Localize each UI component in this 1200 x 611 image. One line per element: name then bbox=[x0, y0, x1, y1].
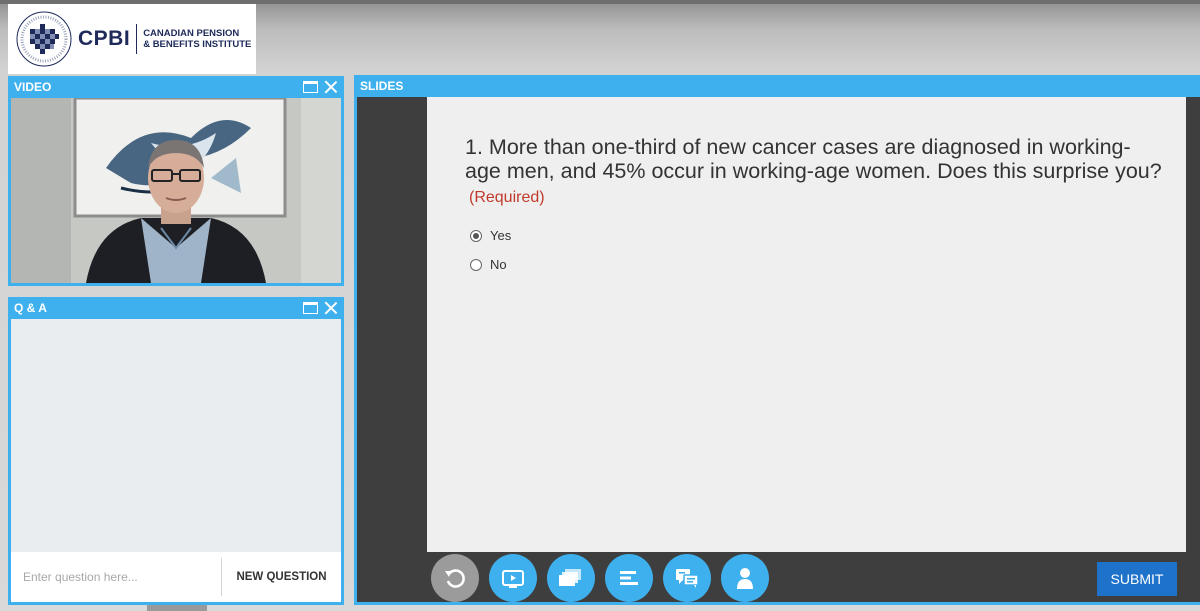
cpbi-seal-icon bbox=[16, 11, 72, 67]
video-feed[interactable] bbox=[11, 98, 341, 283]
survey-question: 1. More than one-third of new cancer cas… bbox=[465, 135, 1165, 210]
close-icon[interactable] bbox=[324, 80, 338, 94]
qa-messages-area bbox=[11, 319, 341, 552]
radio-yes[interactable] bbox=[470, 229, 482, 242]
logo-separator bbox=[136, 24, 138, 54]
new-question-button[interactable]: NEW QUESTION bbox=[222, 557, 341, 597]
option-yes-label: Yes bbox=[490, 228, 512, 243]
video-icon bbox=[502, 570, 524, 588]
required-label: (Required) bbox=[469, 189, 545, 206]
replay-icon bbox=[445, 569, 465, 588]
slides-panel-title: SLIDES bbox=[360, 79, 404, 93]
slides-panel: SLIDES 1. More than one-third of new can… bbox=[354, 75, 1200, 605]
option-yes[interactable]: Yes bbox=[470, 221, 511, 250]
qa-window-controls bbox=[303, 301, 338, 315]
logo: CPBI CANADIAN PENSION & BENEFITS INSTITU… bbox=[8, 4, 256, 74]
presenter-button[interactable] bbox=[721, 554, 769, 602]
horizontal-scroll-handle[interactable] bbox=[147, 605, 207, 611]
radio-no[interactable] bbox=[470, 258, 482, 271]
slides-panel-header: SLIDES bbox=[354, 75, 1200, 97]
slides-right-margin bbox=[1186, 97, 1200, 602]
slides-icon bbox=[559, 569, 581, 586]
logo-name-line1: CANADIAN PENSION bbox=[143, 28, 240, 39]
maximize-icon[interactable] bbox=[303, 302, 318, 314]
logo-abbreviation: CPBI bbox=[78, 27, 131, 50]
maximize-icon[interactable] bbox=[303, 81, 318, 93]
answer-options: Yes No bbox=[470, 221, 511, 279]
video-panel-header: VIDEO bbox=[8, 76, 344, 98]
question-input[interactable] bbox=[11, 557, 221, 597]
video-window-controls bbox=[303, 80, 338, 94]
chat-button[interactable] bbox=[663, 554, 711, 602]
agenda-button[interactable] bbox=[605, 554, 653, 602]
close-icon[interactable] bbox=[324, 301, 338, 315]
presenter-icon bbox=[737, 568, 753, 589]
question-text: 1. More than one-third of new cancer cas… bbox=[465, 135, 1162, 183]
replay-button[interactable] bbox=[431, 554, 479, 602]
option-no-label: No bbox=[490, 257, 507, 272]
qa-panel-title: Q & A bbox=[14, 301, 47, 315]
qa-panel: Q & A NEW QUESTION bbox=[8, 297, 344, 605]
slide-content: 1. More than one-third of new cancer cas… bbox=[427, 97, 1186, 552]
chat-icon bbox=[676, 569, 699, 588]
option-no[interactable]: No bbox=[470, 250, 511, 279]
slides-toolbar: SUBMIT bbox=[427, 552, 1186, 602]
qa-panel-header: Q & A bbox=[8, 297, 344, 319]
video-panel-title: VIDEO bbox=[14, 80, 52, 94]
submit-button[interactable]: SUBMIT bbox=[1097, 562, 1177, 596]
slides-left-margin bbox=[357, 97, 427, 602]
video-button[interactable] bbox=[489, 554, 537, 602]
logo-name: CANADIAN PENSION & BENEFITS INSTITUTE bbox=[143, 28, 251, 50]
slides-button[interactable] bbox=[547, 554, 595, 602]
logo-name-line2: & BENEFITS INSTITUTE bbox=[143, 39, 252, 50]
qa-footer: NEW QUESTION bbox=[11, 552, 341, 602]
presenter-video-image bbox=[11, 98, 341, 283]
agenda-icon bbox=[620, 571, 638, 585]
video-panel: VIDEO bbox=[8, 76, 344, 286]
